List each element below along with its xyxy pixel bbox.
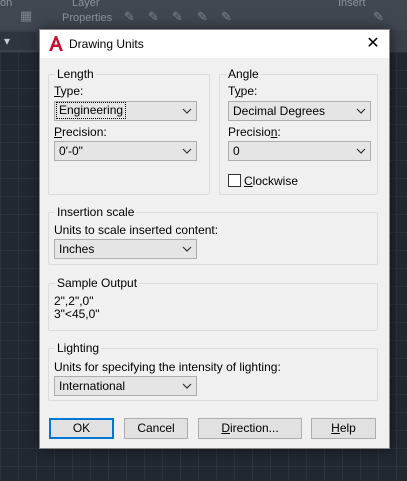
layer-tool-icon[interactable]: ✎: [124, 9, 135, 25]
angle-precision-label: Precision:: [228, 125, 281, 139]
clockwise-checkbox[interactable]: [228, 174, 241, 187]
clockwise-label[interactable]: Clockwise: [244, 174, 298, 188]
sample-output-group: Sample Output: [48, 276, 378, 331]
close-button[interactable]: ✕: [357, 30, 389, 58]
angle-type-value: Decimal Degrees: [233, 104, 326, 118]
chevron-down-icon: [182, 383, 192, 389]
drawing-units-dialog: Drawing Units ✕ Length Type: Engineering…: [39, 29, 390, 449]
ribbon-properties-label: Properties: [62, 12, 113, 24]
layer-tool-icon[interactable]: ✎: [148, 9, 159, 25]
chevron-down-icon: [356, 148, 366, 154]
cancel-button[interactable]: Cancel: [124, 418, 188, 439]
length-precision-value: 0'-0": [59, 144, 83, 158]
length-legend: Length: [57, 67, 94, 81]
insertion-units-select[interactable]: Inches: [54, 239, 197, 259]
ribbon-layer-label: Layer: [72, 0, 100, 9]
layer-tool-icon[interactable]: ✎: [221, 9, 232, 25]
chevron-down-icon: [182, 246, 192, 252]
table-icon[interactable]: ▦: [20, 8, 32, 24]
autocad-logo-icon: [49, 36, 63, 51]
help-button[interactable]: Help: [311, 418, 376, 439]
length-precision-label: Precision:: [54, 125, 107, 139]
angle-precision-value: 0: [233, 144, 240, 158]
workspace-dropdown[interactable]: ▾: [0, 32, 36, 50]
length-precision-select[interactable]: 0'-0": [54, 141, 197, 161]
angle-type-select[interactable]: Decimal Degrees: [228, 101, 371, 121]
dialog-titlebar[interactable]: Drawing Units ✕: [40, 30, 389, 58]
lighting-units-value: International: [59, 379, 126, 393]
chevron-down-icon: [182, 108, 192, 114]
direction-button[interactable]: Direction...: [198, 418, 302, 439]
lighting-legend: Lighting: [57, 341, 100, 355]
sample-output-legend: Sample Output: [57, 276, 138, 290]
sample-output-line2: 3"<45,0": [54, 307, 100, 321]
chevron-down-icon: [182, 148, 192, 154]
length-type-select[interactable]: Engineering: [54, 101, 197, 121]
chevron-down-icon: [356, 108, 366, 114]
ribbon-fragment-label: on: [0, 0, 13, 9]
angle-type-label: Type:: [228, 84, 258, 98]
angle-precision-select[interactable]: 0: [228, 141, 371, 161]
insert-tool-icon[interactable]: ✎: [373, 9, 384, 25]
ribbon-background: on ▦ Layer Properties ✎ ✎ ✎ ✎ ✎ Insert ✎: [0, 0, 407, 30]
length-type-value: Engineering: [55, 102, 127, 119]
insertion-scale-legend: Insertion scale: [57, 205, 135, 219]
layer-tool-icon[interactable]: ✎: [172, 9, 183, 25]
lighting-units-select[interactable]: International: [54, 376, 197, 396]
ribbon-insert-label: Insert: [338, 0, 366, 9]
close-icon: ✕: [366, 35, 380, 52]
sample-output-line1: 2",2",0": [54, 294, 94, 308]
insertion-units-value: Inches: [59, 242, 95, 256]
layer-tool-icon[interactable]: ✎: [197, 9, 208, 25]
length-type-label: Type:: [54, 84, 84, 98]
insertion-units-label: Units to scale inserted content:: [54, 223, 219, 237]
ok-button[interactable]: OK: [49, 418, 114, 439]
lighting-units-label: Units for specifying the intensity of li…: [54, 360, 281, 374]
angle-legend: Angle: [228, 67, 259, 81]
dialog-title: Drawing Units: [69, 37, 144, 51]
